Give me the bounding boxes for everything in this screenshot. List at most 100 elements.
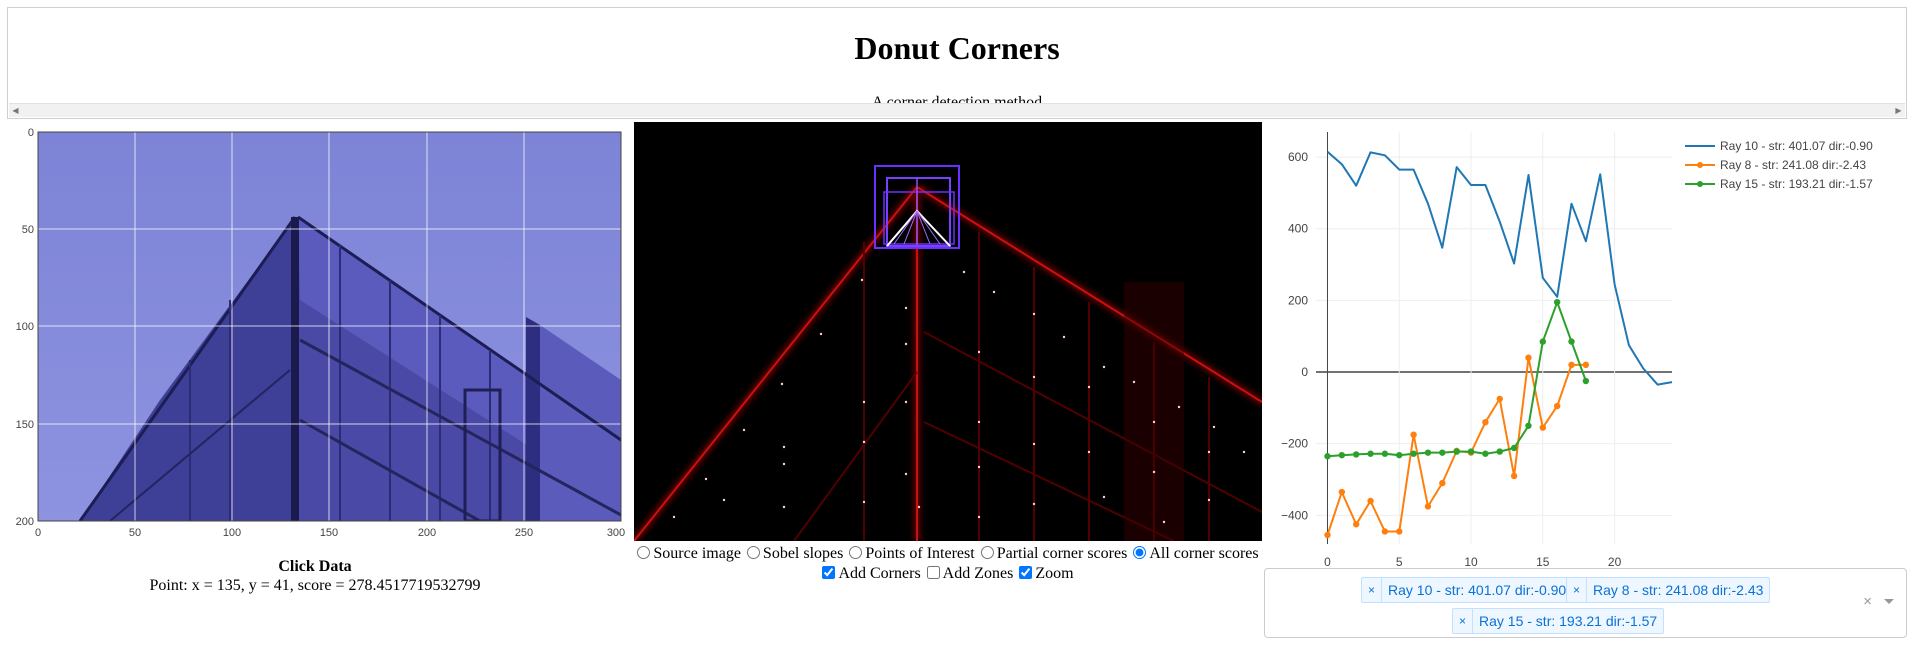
options-checkbox-group: Add Corners Add Zones Zoom (633, 564, 1263, 584)
data-point (1338, 488, 1346, 496)
remove-tag-icon[interactable]: × (1453, 609, 1473, 633)
y-tick-label: 0 (1301, 365, 1308, 379)
ray-tag-label: Ray 10 - str: 401.07 dir:-0.90 (1388, 582, 1567, 598)
data-point (1525, 422, 1532, 429)
data-point (1482, 450, 1489, 457)
data-point (1396, 451, 1403, 459)
data-point (1553, 402, 1561, 410)
series-line (1327, 301, 1587, 458)
x-tick: 150 (320, 527, 338, 539)
y-tick: 150 (16, 419, 34, 431)
radio-all-corner-scores[interactable]: All corner scores (1133, 544, 1259, 564)
page-title: Donut Corners (854, 30, 1060, 66)
y-tick-label: 400 (1288, 222, 1308, 236)
radio-input[interactable] (637, 546, 651, 559)
radio-source-image[interactable]: Source image (637, 544, 741, 564)
data-point (1539, 424, 1547, 431)
dropdown-caret-icon[interactable] (1884, 599, 1894, 604)
data-point (1453, 448, 1460, 455)
legend-item[interactable]: Ray 8 - str: 241.08 dir:-2.43 (1678, 156, 1873, 175)
y-tick: 50 (22, 224, 34, 236)
x-tick: 250 (515, 527, 533, 539)
x-tick-label: 15 (1536, 555, 1550, 569)
data-point (1324, 531, 1331, 539)
header-panel: Donut Corners A corner detection method … (7, 7, 1907, 119)
y-tick-label: 600 (1288, 150, 1308, 164)
x-tick: 0 (35, 527, 41, 539)
chart-series (1324, 150, 1673, 539)
data-point (1338, 451, 1346, 459)
data-point (1352, 451, 1360, 458)
x-tick-label: 10 (1464, 555, 1478, 569)
click-data-point: Point: x = 135, y = 41, score = 278.4517… (149, 577, 481, 594)
series-line (1326, 150, 1673, 386)
clear-all-icon[interactable]: × (1863, 593, 1872, 610)
x-tick-label: 20 (1608, 555, 1622, 569)
series-line (1326, 356, 1586, 536)
y-tick: 100 (16, 321, 34, 333)
radio-input[interactable] (1133, 546, 1147, 559)
ray-profile-chart[interactable]: 600 400 200 0 −200 −400 0 5 10 15 20 (1264, 120, 1674, 570)
legend-item[interactable]: Ray 15 - str: 193.21 dir:-1.57 (1678, 175, 1873, 194)
y-tick-label: 200 (1288, 293, 1308, 307)
legend-item[interactable]: Ray 10 - str: 401.07 dir:-0.90 (1678, 137, 1873, 156)
remove-tag-icon[interactable]: × (1567, 578, 1587, 602)
checkbox-input[interactable] (822, 566, 836, 579)
ray-multiselect[interactable]: × Ray 10 - str: 401.07 dir:-0.90 × Ray 8… (1264, 568, 1907, 638)
view-mode-radio-group: Source image Sobel slopes Points of Inte… (633, 544, 1263, 564)
data-point (1439, 449, 1446, 456)
data-point (1396, 528, 1403, 535)
scroll-right-icon[interactable]: ▶ (1892, 104, 1905, 117)
x-tick: 100 (223, 527, 241, 539)
corner-score-view[interactable] (634, 122, 1262, 541)
radio-input[interactable] (849, 546, 863, 559)
data-point (1324, 453, 1331, 460)
data-point (1410, 431, 1417, 438)
data-point (1467, 448, 1475, 455)
checkbox-input[interactable] (926, 566, 940, 579)
horizontal-scrollbar[interactable]: ◀ ▶ (9, 103, 1905, 117)
click-data-title: Click Data (278, 558, 352, 575)
checkbox-input[interactable] (1019, 566, 1033, 579)
radio-sobel-slopes[interactable]: Sobel slopes (746, 544, 843, 564)
source-image-plot[interactable]: 0 50 100 150 200 0 50 100 150 200 250 30… (0, 120, 630, 550)
data-point (1439, 479, 1446, 487)
chart-legend[interactable]: Ray 10 - str: 401.07 dir:-0.90 Ray 8 - s… (1678, 137, 1873, 194)
radio-input[interactable] (746, 546, 760, 559)
scroll-left-icon[interactable]: ◀ (9, 104, 22, 117)
ray-tag-label: Ray 8 - str: 241.08 dir:-2.43 (1593, 582, 1764, 598)
data-point (1525, 354, 1532, 361)
data-point (1496, 448, 1503, 455)
radio-partial-corner-scores[interactable]: Partial corner scores (980, 544, 1127, 564)
data-point (1424, 449, 1432, 456)
ray-tag[interactable]: × Ray 8 - str: 241.08 dir:-2.43 (1566, 577, 1771, 603)
checkbox-add-zones[interactable]: Add Zones (926, 564, 1013, 584)
x-tick: 300 (607, 527, 625, 539)
data-point (1496, 395, 1503, 403)
data-point (1352, 521, 1360, 528)
ray-tag[interactable]: × Ray 15 - str: 193.21 dir:-1.57 (1452, 608, 1665, 634)
data-point (1510, 472, 1518, 480)
x-tick: 50 (129, 527, 141, 539)
y-tick-label: −400 (1281, 508, 1308, 522)
checkbox-zoom[interactable]: Zoom (1019, 564, 1074, 584)
data-point (1568, 338, 1575, 345)
view-controls: Source image Sobel slopes Points of Inte… (633, 544, 1263, 584)
y-tick: 200 (16, 516, 34, 528)
data-point (1510, 444, 1518, 452)
data-point (1410, 450, 1417, 457)
ray-tag[interactable]: × Ray 10 - str: 401.07 dir:-0.90 (1361, 577, 1574, 603)
radio-points-of-interest[interactable]: Points of Interest (849, 544, 975, 564)
radio-input[interactable] (980, 546, 994, 559)
data-point (1367, 497, 1374, 505)
data-point (1553, 298, 1561, 306)
x-tick-label: 0 (1324, 555, 1331, 569)
checkbox-add-corners[interactable]: Add Corners (822, 564, 921, 584)
y-tick: 0 (28, 127, 34, 139)
x-tick: 200 (418, 527, 436, 539)
remove-tag-icon[interactable]: × (1362, 578, 1382, 602)
data-point (1568, 361, 1575, 369)
y-tick-label: −200 (1281, 437, 1308, 451)
data-point (1582, 377, 1590, 385)
data-point (1424, 503, 1432, 510)
